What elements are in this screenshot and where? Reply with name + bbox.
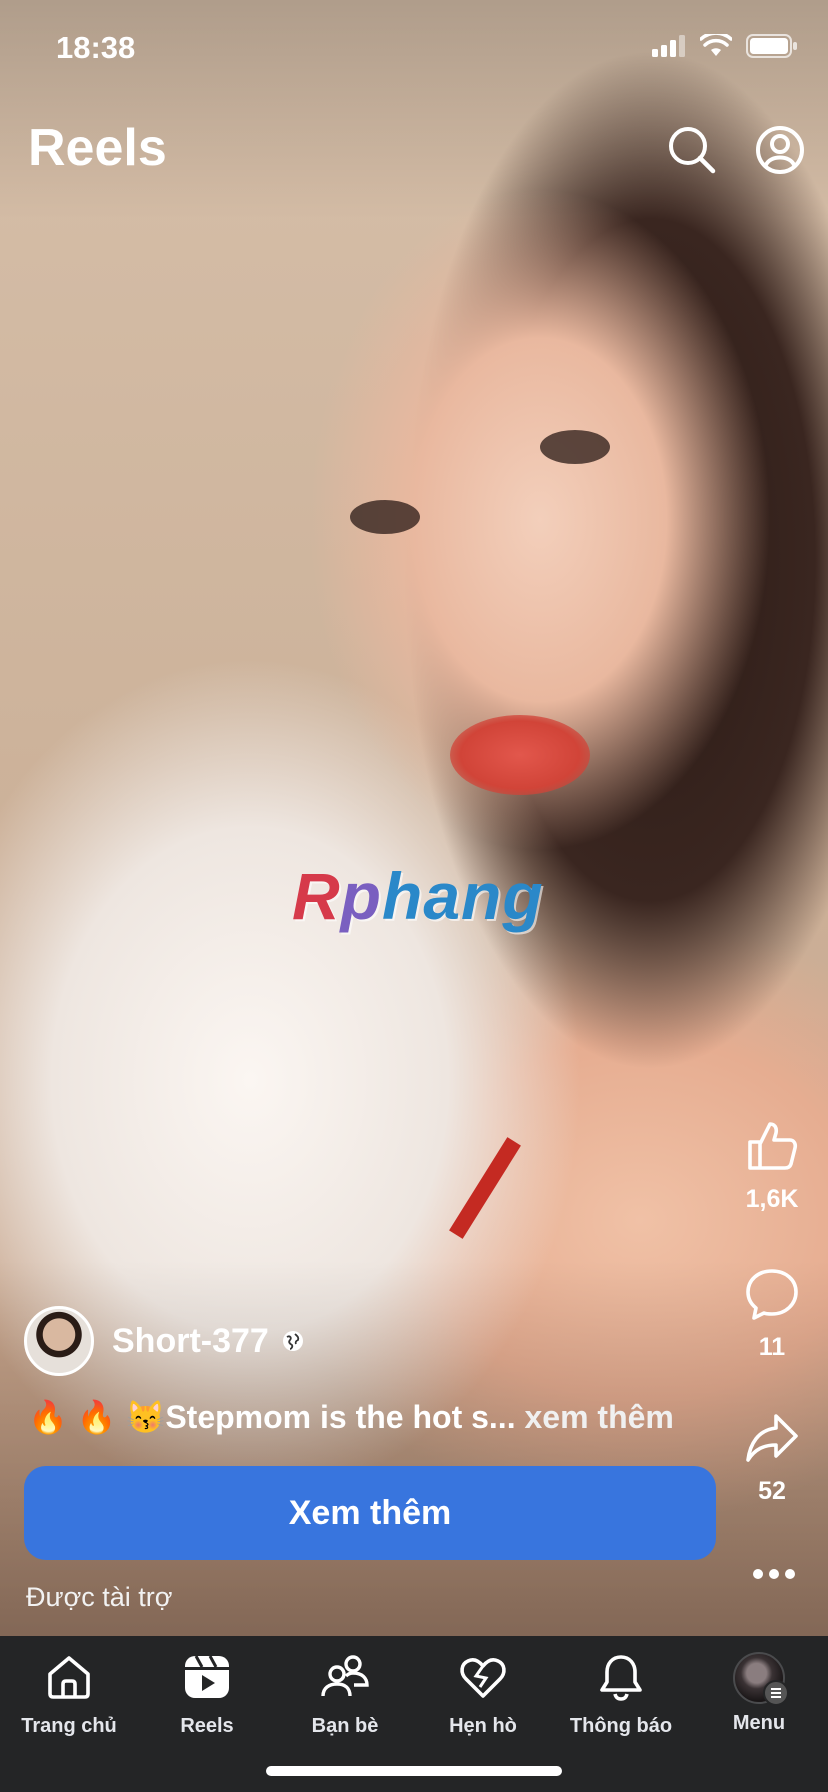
status-bar: 18:38 — [0, 0, 828, 100]
see-more-link[interactable]: xem thêm — [524, 1399, 673, 1435]
more-options-icon[interactable] — [752, 1568, 796, 1580]
comment-action[interactable]: 11 — [732, 1266, 812, 1362]
video-detail — [450, 715, 590, 795]
tab-reels[interactable]: Reels — [138, 1652, 276, 1738]
home-icon — [48, 1656, 90, 1699]
friends-icon — [321, 1655, 369, 1697]
reels-icon — [185, 1655, 229, 1698]
comment-count: 11 — [758, 1333, 786, 1361]
tab-friends[interactable]: Bạn bè — [276, 1652, 414, 1738]
battery-icon — [746, 34, 797, 58]
home-indicator[interactable] — [266, 1766, 562, 1776]
caption-text: 🔥 🔥 😽Stepmom is the hot s... — [28, 1399, 516, 1435]
tab-label: Reels — [180, 1715, 234, 1737]
tab-label: Hẹn hò — [449, 1715, 517, 1737]
video-detail — [540, 430, 610, 464]
search-icon[interactable] — [666, 124, 718, 176]
wifi-icon — [700, 34, 732, 56]
bell-icon — [600, 1655, 642, 1701]
signal-icon — [652, 35, 685, 57]
sponsored-label: Được tài trợ — [26, 1582, 173, 1612]
page-title: Reels — [28, 119, 167, 177]
author-name[interactable]: Short-377 — [112, 1322, 269, 1361]
cta-button[interactable]: Xem thêm — [24, 1466, 716, 1560]
like-action[interactable]: 1,6K — [732, 1118, 812, 1214]
tab-label: Bạn bè — [311, 1715, 379, 1737]
tab-notifications[interactable]: Thông báo — [552, 1652, 690, 1738]
author-row[interactable]: Short-377 — [24, 1306, 305, 1376]
tab-label: Trang chủ — [21, 1715, 117, 1737]
share-action[interactable]: 52 — [732, 1410, 812, 1506]
menu-lines-icon — [763, 1680, 789, 1706]
like-count: 1,6K — [745, 1185, 799, 1213]
author-avatar[interactable] — [24, 1306, 94, 1376]
video-detail — [449, 1137, 521, 1239]
tab-label: Thông báo — [569, 1715, 673, 1737]
video-detail — [350, 500, 420, 534]
dating-heart-icon — [460, 1658, 506, 1698]
watermark-logo: Rphang — [292, 859, 544, 933]
globe-icon — [282, 1331, 303, 1351]
like-icon[interactable] — [744, 1118, 800, 1174]
reel-video[interactable]: Rphang — [0, 0, 828, 1636]
tab-home[interactable]: Trang chủ — [0, 1652, 138, 1738]
status-icons — [652, 34, 798, 58]
post-caption[interactable]: 🔥 🔥 😽Stepmom is the hot s... xem thêm — [28, 1398, 674, 1436]
tab-dating[interactable]: Hẹn hò — [414, 1652, 552, 1738]
comment-icon[interactable] — [744, 1266, 800, 1322]
tab-label: Menu — [732, 1712, 786, 1734]
share-count: 52 — [758, 1477, 786, 1505]
profile-avatar — [733, 1652, 789, 1706]
share-icon[interactable] — [744, 1410, 800, 1466]
profile-icon[interactable] — [754, 124, 806, 176]
tab-menu[interactable]: Menu — [690, 1652, 828, 1735]
status-time: 18:38 — [56, 30, 136, 65]
